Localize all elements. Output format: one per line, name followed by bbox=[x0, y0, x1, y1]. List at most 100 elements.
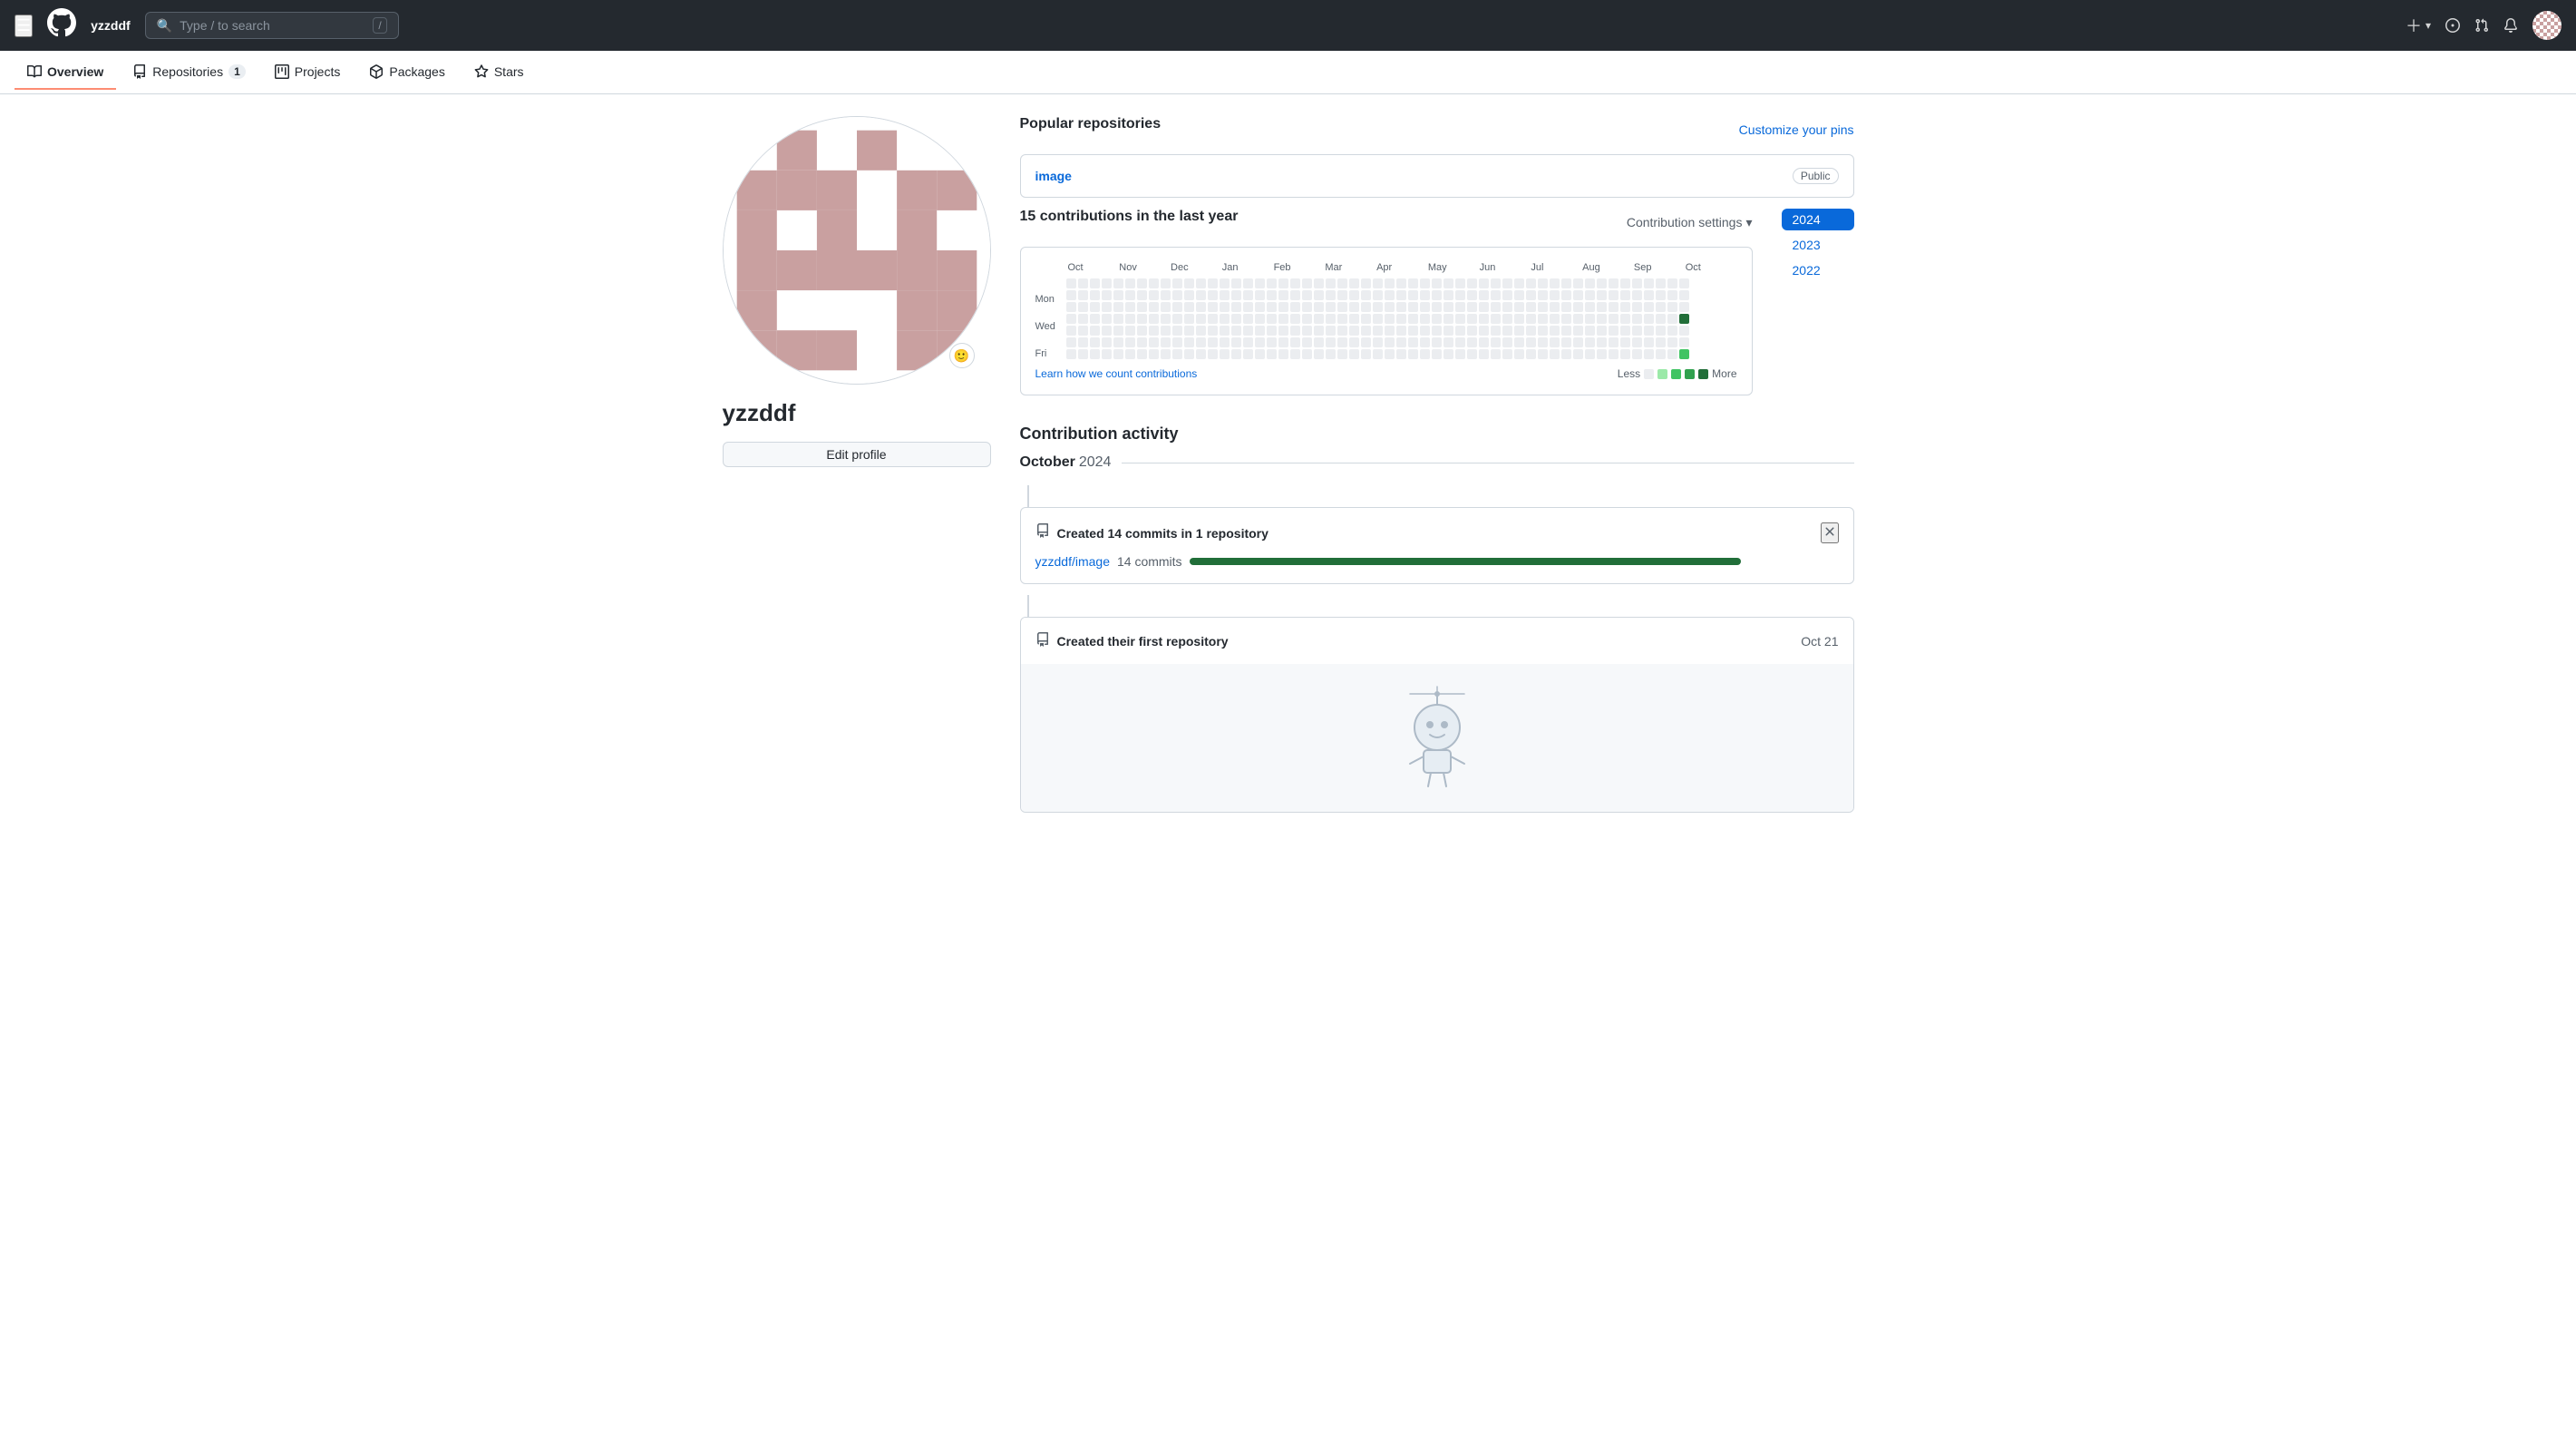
graph-cell-36-2[interactable] bbox=[1491, 302, 1501, 312]
graph-cell-40-4[interactable] bbox=[1538, 326, 1548, 336]
graph-cell-21-0[interactable] bbox=[1314, 278, 1324, 288]
graph-cell-8-5[interactable] bbox=[1161, 337, 1171, 347]
graph-cell-4-4[interactable] bbox=[1113, 326, 1123, 336]
graph-cell-30-6[interactable] bbox=[1420, 349, 1430, 359]
graph-cell-20-0[interactable] bbox=[1302, 278, 1312, 288]
graph-cell-19-0[interactable] bbox=[1290, 278, 1300, 288]
graph-cell-10-0[interactable] bbox=[1184, 278, 1194, 288]
graph-cell-20-6[interactable] bbox=[1302, 349, 1312, 359]
graph-cell-38-1[interactable] bbox=[1514, 290, 1524, 300]
graph-cell-17-3[interactable] bbox=[1267, 314, 1277, 324]
graph-cell-18-4[interactable] bbox=[1278, 326, 1288, 336]
notifications-button[interactable] bbox=[2503, 18, 2518, 33]
graph-cell-9-1[interactable] bbox=[1172, 290, 1182, 300]
graph-cell-11-3[interactable] bbox=[1196, 314, 1206, 324]
graph-cell-18-3[interactable] bbox=[1278, 314, 1288, 324]
graph-cell-40-5[interactable] bbox=[1538, 337, 1548, 347]
graph-cell-49-6[interactable] bbox=[1644, 349, 1654, 359]
graph-cell-33-1[interactable] bbox=[1455, 290, 1465, 300]
graph-cell-25-2[interactable] bbox=[1361, 302, 1371, 312]
graph-cell-18-0[interactable] bbox=[1278, 278, 1288, 288]
graph-cell-8-0[interactable] bbox=[1161, 278, 1171, 288]
graph-cell-34-3[interactable] bbox=[1467, 314, 1477, 324]
graph-cell-7-5[interactable] bbox=[1149, 337, 1159, 347]
graph-cell-16-1[interactable] bbox=[1255, 290, 1265, 300]
graph-cell-46-0[interactable] bbox=[1609, 278, 1619, 288]
graph-cell-47-6[interactable] bbox=[1620, 349, 1630, 359]
graph-cell-22-0[interactable] bbox=[1326, 278, 1336, 288]
graph-cell-43-2[interactable] bbox=[1573, 302, 1583, 312]
graph-cell-6-0[interactable] bbox=[1137, 278, 1147, 288]
graph-cell-33-0[interactable] bbox=[1455, 278, 1465, 288]
graph-cell-14-4[interactable] bbox=[1231, 326, 1241, 336]
graph-cell-45-0[interactable] bbox=[1597, 278, 1607, 288]
graph-cell-30-3[interactable] bbox=[1420, 314, 1430, 324]
graph-cell-24-6[interactable] bbox=[1349, 349, 1359, 359]
graph-cell-24-0[interactable] bbox=[1349, 278, 1359, 288]
graph-cell-12-2[interactable] bbox=[1208, 302, 1218, 312]
graph-cell-11-0[interactable] bbox=[1196, 278, 1206, 288]
graph-cell-31-6[interactable] bbox=[1432, 349, 1442, 359]
graph-cell-41-3[interactable] bbox=[1550, 314, 1560, 324]
graph-cell-7-4[interactable] bbox=[1149, 326, 1159, 336]
tab-projects[interactable]: Projects bbox=[262, 55, 354, 90]
graph-cell-47-3[interactable] bbox=[1620, 314, 1630, 324]
graph-cell-5-4[interactable] bbox=[1125, 326, 1135, 336]
graph-cell-44-3[interactable] bbox=[1585, 314, 1595, 324]
graph-cell-24-1[interactable] bbox=[1349, 290, 1359, 300]
graph-cell-14-5[interactable] bbox=[1231, 337, 1241, 347]
graph-cell-50-4[interactable] bbox=[1656, 326, 1666, 336]
graph-cell-3-6[interactable] bbox=[1102, 349, 1112, 359]
graph-cell-43-5[interactable] bbox=[1573, 337, 1583, 347]
year-2022-button[interactable]: 2022 bbox=[1782, 259, 1854, 281]
graph-cell-16-0[interactable] bbox=[1255, 278, 1265, 288]
graph-cell-14-0[interactable] bbox=[1231, 278, 1241, 288]
graph-cell-1-4[interactable] bbox=[1078, 326, 1088, 336]
graph-cell-1-0[interactable] bbox=[1078, 278, 1088, 288]
graph-cell-33-5[interactable] bbox=[1455, 337, 1465, 347]
graph-cell-8-1[interactable] bbox=[1161, 290, 1171, 300]
graph-cell-16-3[interactable] bbox=[1255, 314, 1265, 324]
graph-cell-37-4[interactable] bbox=[1502, 326, 1512, 336]
graph-cell-0-5[interactable] bbox=[1066, 337, 1076, 347]
graph-cell-10-4[interactable] bbox=[1184, 326, 1194, 336]
graph-cell-29-5[interactable] bbox=[1408, 337, 1418, 347]
graph-cell-45-3[interactable] bbox=[1597, 314, 1607, 324]
graph-cell-20-5[interactable] bbox=[1302, 337, 1312, 347]
graph-cell-44-2[interactable] bbox=[1585, 302, 1595, 312]
graph-cell-35-3[interactable] bbox=[1479, 314, 1489, 324]
graph-cell-28-4[interactable] bbox=[1396, 326, 1406, 336]
graph-cell-15-5[interactable] bbox=[1243, 337, 1253, 347]
graph-cell-39-1[interactable] bbox=[1526, 290, 1536, 300]
graph-cell-4-6[interactable] bbox=[1113, 349, 1123, 359]
graph-cell-38-6[interactable] bbox=[1514, 349, 1524, 359]
graph-cell-29-3[interactable] bbox=[1408, 314, 1418, 324]
tab-stars[interactable]: Stars bbox=[462, 55, 537, 90]
graph-cell-51-5[interactable] bbox=[1667, 337, 1677, 347]
graph-cell-14-6[interactable] bbox=[1231, 349, 1241, 359]
graph-cell-1-6[interactable] bbox=[1078, 349, 1088, 359]
graph-cell-7-1[interactable] bbox=[1149, 290, 1159, 300]
graph-cell-14-2[interactable] bbox=[1231, 302, 1241, 312]
graph-cell-32-2[interactable] bbox=[1444, 302, 1453, 312]
graph-cell-15-2[interactable] bbox=[1243, 302, 1253, 312]
graph-cell-40-6[interactable] bbox=[1538, 349, 1548, 359]
graph-cell-48-5[interactable] bbox=[1632, 337, 1642, 347]
graph-cell-21-1[interactable] bbox=[1314, 290, 1324, 300]
graph-cell-7-0[interactable] bbox=[1149, 278, 1159, 288]
graph-cell-42-6[interactable] bbox=[1561, 349, 1571, 359]
graph-cell-51-3[interactable] bbox=[1667, 314, 1677, 324]
graph-cell-3-1[interactable] bbox=[1102, 290, 1112, 300]
graph-cell-16-2[interactable] bbox=[1255, 302, 1265, 312]
graph-cell-44-5[interactable] bbox=[1585, 337, 1595, 347]
graph-cell-21-3[interactable] bbox=[1314, 314, 1324, 324]
graph-cell-38-4[interactable] bbox=[1514, 326, 1524, 336]
graph-cell-18-2[interactable] bbox=[1278, 302, 1288, 312]
commit-repo-link[interactable]: yzzddf/image bbox=[1035, 554, 1110, 569]
graph-cell-0-1[interactable] bbox=[1066, 290, 1076, 300]
graph-cell-45-4[interactable] bbox=[1597, 326, 1607, 336]
graph-cell-46-3[interactable] bbox=[1609, 314, 1619, 324]
graph-cell-16-4[interactable] bbox=[1255, 326, 1265, 336]
graph-cell-26-0[interactable] bbox=[1373, 278, 1383, 288]
graph-cell-28-1[interactable] bbox=[1396, 290, 1406, 300]
